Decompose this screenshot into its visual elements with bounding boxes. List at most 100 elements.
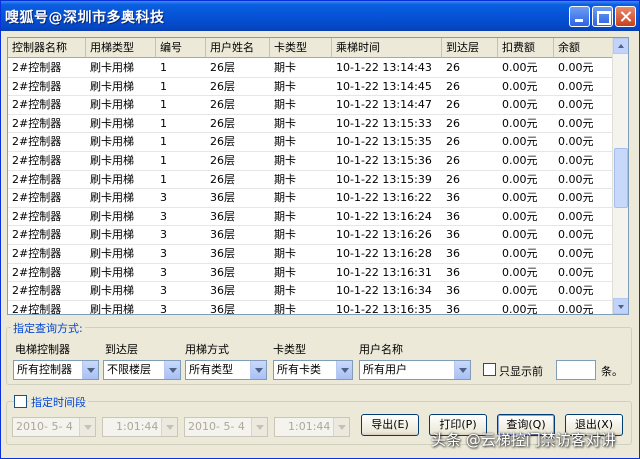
- maximize-icon: [593, 7, 612, 26]
- table-row[interactable]: 2#控制器 刷卡用梯 1 26层 期卡 10-1-22 13:14:47 26 0.00元 0.…: [8, 96, 614, 115]
- cell-number: 1: [160, 135, 167, 149]
- table-row[interactable]: 2#控制器 刷卡用梯 3 36层 期卡 10-1-22 13:16:34 36 0.00元 0.…: [8, 282, 614, 301]
- mode-label: 用梯方式: [185, 343, 229, 356]
- cell-number: 3: [160, 209, 167, 223]
- column-header-controller[interactable]: 控制器名称: [8, 38, 86, 58]
- chevron-down-icon[interactable]: [79, 418, 95, 436]
- cell-floor: 26: [446, 116, 460, 130]
- cell-card-type: 期卡: [274, 172, 296, 186]
- end-time-picker[interactable]: 1:01:44: [274, 417, 350, 437]
- table-row[interactable]: 2#控制器 刷卡用梯 3 36层 期卡 10-1-22 13:16:31 36 0.00元 0.…: [8, 264, 614, 283]
- record-count-input[interactable]: [556, 360, 596, 380]
- records-table[interactable]: 控制器名称 用梯类型 编号 用户姓名 卡类型 乘梯时间 到达层 扣费额 余额 2…: [7, 37, 629, 315]
- chevron-down-icon[interactable]: [336, 361, 352, 379]
- window-title: 嗖狐号@深圳市多奥科技: [5, 10, 165, 26]
- start-date-picker[interactable]: 2010- 5- 4: [12, 417, 96, 437]
- chevron-down-icon[interactable]: [250, 361, 266, 379]
- column-header-ride-time[interactable]: 乘梯时间: [332, 38, 442, 58]
- column-header-user-name[interactable]: 用户姓名: [206, 38, 270, 58]
- chevron-down-icon[interactable]: [82, 361, 98, 379]
- maximize-button[interactable]: [592, 6, 613, 27]
- table-row[interactable]: 2#控制器 刷卡用梯 3 36层 期卡 10-1-22 13:16:22 36 0.00元 0.…: [8, 189, 614, 208]
- table-row[interactable]: 2#控制器 刷卡用梯 3 36层 期卡 10-1-22 13:16:28 36 0.00元 0.…: [8, 245, 614, 264]
- title-bar[interactable]: 嗖狐号@深圳市多奥科技: [1, 1, 639, 31]
- vertical-scrollbar[interactable]: [612, 38, 628, 314]
- cell-ride-time: 10-1-22 13:16:34: [336, 284, 432, 298]
- cell-user-name: 26层: [210, 79, 235, 93]
- cell-usage-type: 刷卡用梯: [90, 153, 134, 167]
- cell-card-type: 期卡: [274, 135, 296, 149]
- cell-ride-time: 10-1-22 13:14:45: [336, 79, 432, 93]
- chevron-down-icon[interactable]: [251, 418, 267, 436]
- cell-deduction: 0.00元: [502, 61, 538, 74]
- floor-select[interactable]: 不限楼层: [103, 360, 181, 380]
- table-row[interactable]: 2#控制器 刷卡用梯 1 26层 期卡 10-1-22 13:15:39 26 0.00元 0.…: [8, 171, 614, 190]
- card-type-select-value: 所有卡类: [277, 363, 321, 376]
- spinner-icon[interactable]: [161, 418, 177, 436]
- card-type-select[interactable]: 所有卡类: [273, 360, 353, 380]
- cell-card-type: 期卡: [274, 116, 296, 130]
- column-header-floor[interactable]: 到达层: [442, 38, 498, 58]
- mode-select[interactable]: 所有类型: [185, 360, 267, 380]
- time-range-legend: 指定时间段: [29, 394, 88, 410]
- table-row[interactable]: 2#控制器 刷卡用梯 3 36层 期卡 10-1-22 13:16:24 36 0.00元 0.…: [8, 208, 614, 227]
- scroll-thumb[interactable]: [614, 148, 628, 208]
- minimize-button[interactable]: [569, 6, 590, 27]
- controller-select[interactable]: 所有控制器: [13, 360, 99, 380]
- cell-ride-time: 10-1-22 13:15:35: [336, 135, 432, 149]
- table-row[interactable]: 2#控制器 刷卡用梯 1 26层 期卡 10-1-22 13:15:33 26 0.00元 0.…: [8, 115, 614, 134]
- chevron-down-icon[interactable]: [164, 361, 180, 379]
- cell-controller: 2#控制器: [12, 302, 62, 315]
- cell-user-name: 26层: [210, 98, 235, 112]
- table-row[interactable]: 2#控制器 刷卡用梯 3 36层 期卡 10-1-22 13:16:26 36 0.00元 0.…: [8, 226, 614, 245]
- column-header-deduction[interactable]: 扣费额: [498, 38, 554, 58]
- table-row[interactable]: 2#控制器 刷卡用梯 1 26层 期卡 10-1-22 13:15:35 26 0.00元 0.…: [8, 133, 614, 152]
- export-button[interactable]: 导出(E): [361, 414, 419, 436]
- table-body: 2#控制器 刷卡用梯 1 26层 期卡 10-1-22 13:14:43 26 0.00元 0.…: [8, 59, 614, 315]
- cell-deduction: 0.00元: [502, 284, 538, 298]
- mode-select-value: 所有类型: [189, 363, 233, 376]
- cell-deduction: 0.00元: [502, 116, 538, 130]
- column-header-number[interactable]: 编号: [156, 38, 206, 58]
- show-front-checkbox[interactable]: [483, 363, 496, 376]
- cell-number: 1: [160, 172, 167, 186]
- cell-deduction: 0.00元: [502, 302, 538, 315]
- table-header: 控制器名称 用梯类型 编号 用户姓名 卡类型 乘梯时间 到达层 扣费额 余额: [8, 38, 614, 58]
- cell-usage-type: 刷卡用梯: [90, 135, 134, 149]
- cell-user-name: 36层: [210, 265, 235, 279]
- table-row[interactable]: 2#控制器 刷卡用梯 1 26层 期卡 10-1-22 13:14:43 26 0.00元 0.…: [8, 59, 614, 78]
- user-name-select[interactable]: 所有用户: [359, 360, 471, 380]
- column-header-card-type[interactable]: 卡类型: [270, 38, 332, 58]
- cell-balance: 0.00元: [558, 302, 594, 315]
- cell-number: 3: [160, 191, 167, 205]
- time-range-checkbox[interactable]: [14, 395, 27, 408]
- chevron-down-icon[interactable]: [454, 361, 470, 379]
- cell-balance: 0.00元: [558, 284, 594, 298]
- cell-ride-time: 10-1-22 13:15:39: [336, 172, 432, 186]
- cell-card-type: 期卡: [274, 246, 296, 260]
- table-row[interactable]: 2#控制器 刷卡用梯 3 36层 期卡 10-1-22 13:16:35 36 0.00元 0.…: [8, 301, 614, 315]
- column-header-balance[interactable]: 余额: [554, 38, 614, 58]
- cell-number: 3: [160, 265, 167, 279]
- cell-deduction: 0.00元: [502, 191, 538, 205]
- table-row[interactable]: 2#控制器 刷卡用梯 1 26层 期卡 10-1-22 13:14:45 26 0.00元 0.…: [8, 78, 614, 97]
- cell-deduction: 0.00元: [502, 172, 538, 186]
- cell-controller: 2#控制器: [12, 284, 62, 298]
- floor-label: 到达层: [105, 343, 138, 356]
- cell-user-name: 36层: [210, 191, 235, 205]
- table-row[interactable]: 2#控制器 刷卡用梯 1 26层 期卡 10-1-22 13:15:36 26 0.00元 0.…: [8, 152, 614, 171]
- cell-controller: 2#控制器: [12, 153, 62, 167]
- cell-controller: 2#控制器: [12, 116, 62, 130]
- cell-balance: 0.00元: [558, 98, 594, 112]
- close-button[interactable]: [615, 6, 636, 27]
- cell-deduction: 0.00元: [502, 228, 538, 242]
- scroll-up-icon[interactable]: [613, 38, 628, 54]
- start-time-picker[interactable]: 1:01:44: [102, 417, 178, 437]
- cell-balance: 0.00元: [558, 172, 594, 186]
- end-date-picker[interactable]: 2010- 5- 4: [184, 417, 268, 437]
- controller-select-value: 所有控制器: [17, 363, 72, 376]
- spinner-icon[interactable]: [333, 418, 349, 436]
- column-header-usage-type[interactable]: 用梯类型: [86, 38, 156, 58]
- cell-floor: 26: [446, 61, 460, 74]
- scroll-down-icon[interactable]: [613, 298, 628, 314]
